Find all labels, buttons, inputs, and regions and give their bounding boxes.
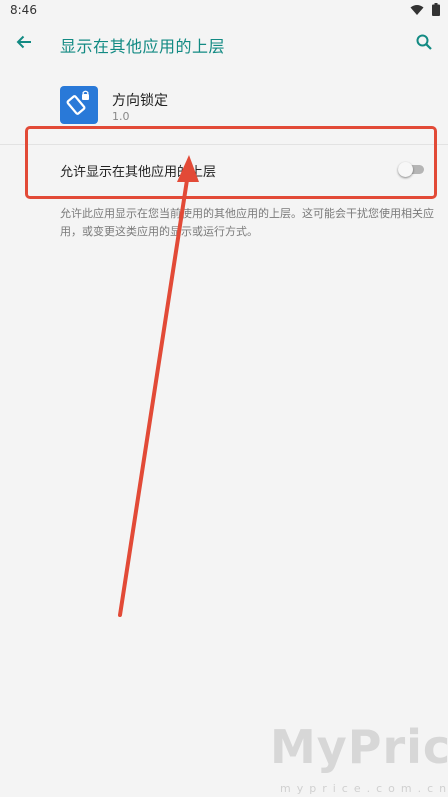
app-version: 1.0 — [112, 110, 130, 123]
wifi-icon — [410, 4, 424, 16]
status-time: 8:46 — [10, 3, 37, 17]
search-button[interactable] — [410, 30, 438, 58]
watermark-domain: myprice.com.cn — [280, 782, 448, 795]
status-bar: 8:46 — [0, 0, 448, 20]
status-icons — [410, 3, 440, 16]
app-bar: 显示在其他应用的上层 — [0, 20, 448, 68]
back-button[interactable] — [10, 30, 38, 58]
page-title: 显示在其他应用的上层 — [60, 37, 226, 56]
annotation-highlight-box — [25, 126, 437, 199]
app-icon — [60, 86, 98, 124]
watermark-logo: MyPrice — [270, 720, 448, 774]
rotation-lock-icon — [66, 90, 92, 120]
battery-icon — [432, 3, 440, 16]
app-name: 方向锁定 — [112, 93, 168, 109]
search-icon — [415, 33, 433, 55]
setting-description: 允许此应用显示在您当前使用的其他应用的上层。这可能会干扰您使用相关应用，或变更这… — [60, 207, 434, 238]
arrow-left-icon — [15, 33, 33, 55]
